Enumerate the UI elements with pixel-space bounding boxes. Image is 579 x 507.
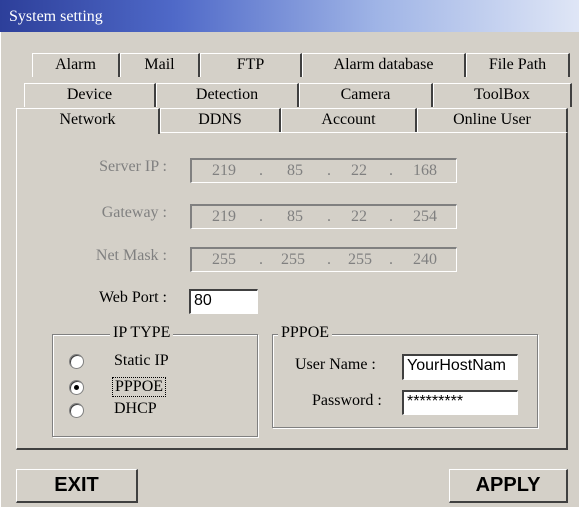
dhcp-label[interactable]: DHCP: [114, 400, 157, 418]
tab-detection[interactable]: Detection: [156, 83, 299, 107]
pppoe-radio[interactable]: [69, 380, 84, 395]
password-label: Password :: [312, 392, 382, 409]
ip-dot: .: [389, 251, 393, 268]
gateway-label: Gateway :: [101, 204, 167, 221]
ip-dot: .: [327, 251, 331, 268]
ip-dot: .: [259, 251, 263, 268]
tab-row-1: Alarm Mail FTP Alarm database File Path: [1, 53, 579, 77]
user-name-input[interactable]: YourHostNam: [402, 354, 518, 380]
net-mask-octet-1: 255: [212, 251, 236, 268]
server-ip-octet-2: 85: [287, 162, 303, 179]
network-panel: Server IP : 219 . 85 . 22 . 168 Gateway …: [16, 132, 568, 450]
apply-button[interactable]: APPLY: [449, 469, 568, 503]
ip-dot: .: [389, 208, 393, 225]
net-mask-octet-4: 240: [413, 251, 437, 268]
tab-alarm[interactable]: Alarm: [32, 53, 120, 77]
tab-device[interactable]: Device: [24, 83, 156, 107]
tab-camera[interactable]: Camera: [299, 83, 433, 107]
window-title: System setting: [9, 8, 103, 25]
tab-online-user[interactable]: Online User: [417, 108, 568, 132]
net-mask-label: Net Mask :: [95, 247, 167, 264]
exit-button[interactable]: EXIT: [16, 469, 138, 503]
server-ip-octet-4: 168: [413, 162, 437, 179]
gateway-octet-1: 219: [212, 208, 236, 225]
pppoe-radio-label[interactable]: PPPOE: [112, 377, 167, 397]
tab-row-2: Device Detection Camera ToolBox: [1, 83, 579, 107]
tab-row-3: Network DDNS Account Online User: [1, 108, 579, 134]
server-ip-label: Server IP :: [99, 158, 167, 175]
static-ip-label[interactable]: Static IP: [114, 352, 169, 370]
tab-network[interactable]: Network: [16, 108, 160, 134]
dhcp-radio[interactable]: [69, 403, 84, 418]
server-ip-field[interactable]: 219 . 85 . 22 . 168: [190, 158, 457, 183]
tab-file-path[interactable]: File Path: [466, 53, 570, 77]
user-name-label: User Name :: [295, 356, 376, 373]
tab-ftp[interactable]: FTP: [200, 53, 302, 77]
web-port-label: Web Port :: [98, 289, 167, 306]
gateway-octet-2: 85: [287, 208, 303, 225]
ip-dot: .: [259, 208, 263, 225]
ip-type-title: IP TYPE: [110, 324, 174, 342]
gateway-octet-3: 22: [351, 208, 367, 225]
server-ip-octet-3: 22: [351, 162, 367, 179]
tab-ddns[interactable]: DDNS: [160, 108, 281, 132]
pppoe-group: PPPOE User Name : YourHostNam Password :…: [272, 324, 538, 428]
static-ip-radio[interactable]: [69, 354, 84, 369]
server-ip-octet-1: 219: [212, 162, 236, 179]
ip-dot: .: [327, 162, 331, 179]
net-mask-octet-3: 255: [348, 251, 372, 268]
password-input[interactable]: *********: [402, 390, 518, 415]
net-mask-field[interactable]: 255 . 255 . 255 . 240: [190, 247, 457, 272]
ip-dot: .: [259, 162, 263, 179]
ip-type-group: IP TYPE Static IP PPPOE DHCP: [52, 324, 258, 437]
pppoe-title: PPPOE: [278, 324, 333, 342]
tab-toolbox[interactable]: ToolBox: [433, 83, 572, 107]
ip-dot: .: [389, 162, 393, 179]
gateway-field[interactable]: 219 . 85 . 22 . 254: [190, 204, 457, 229]
tab-alarm-database[interactable]: Alarm database: [302, 53, 466, 77]
web-port-input[interactable]: 80: [189, 289, 258, 314]
tab-account[interactable]: Account: [281, 108, 417, 132]
gateway-octet-4: 254: [413, 208, 437, 225]
ip-dot: .: [327, 208, 331, 225]
net-mask-octet-2: 255: [281, 251, 305, 268]
settings-window: Alarm Mail FTP Alarm database File Path …: [0, 32, 579, 507]
title-bar[interactable]: System setting: [0, 0, 579, 32]
tab-mail[interactable]: Mail: [120, 53, 200, 77]
